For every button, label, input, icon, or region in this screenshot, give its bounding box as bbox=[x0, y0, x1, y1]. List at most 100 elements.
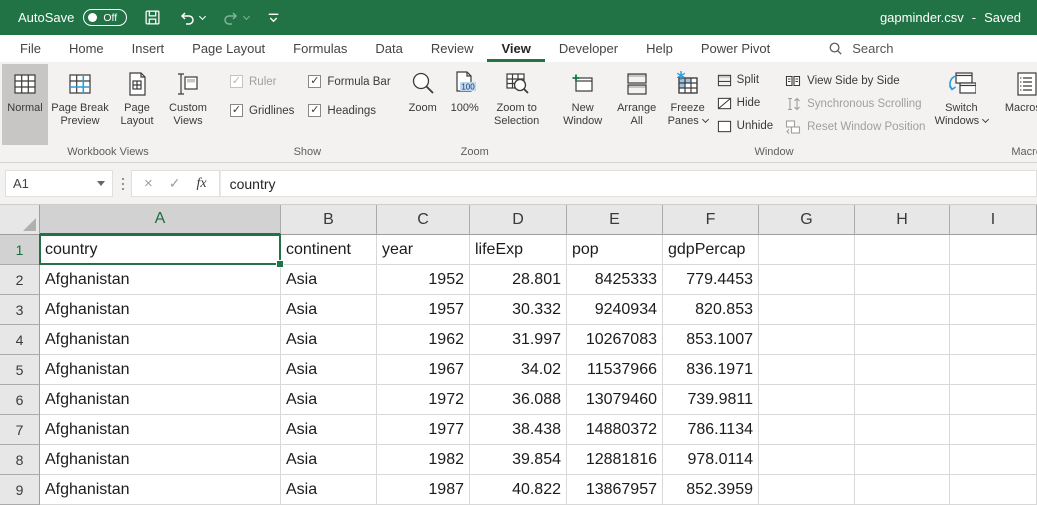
cell-h3[interactable] bbox=[855, 295, 950, 325]
reset-window-position-button[interactable]: Reset Window Position bbox=[785, 118, 925, 135]
cell-f7[interactable]: 786.1134 bbox=[663, 415, 759, 445]
cell-g3[interactable] bbox=[759, 295, 855, 325]
search-box[interactable]: Search bbox=[828, 35, 893, 62]
cell-h9[interactable] bbox=[855, 475, 950, 505]
cell-e6[interactable]: 13079460 bbox=[567, 385, 663, 415]
cell-e8[interactable]: 12881816 bbox=[567, 445, 663, 475]
cell-a9[interactable]: Afghanistan bbox=[40, 475, 281, 505]
column-header-b[interactable]: B bbox=[281, 205, 377, 235]
cell-h8[interactable] bbox=[855, 445, 950, 475]
cell-a4[interactable]: Afghanistan bbox=[40, 325, 281, 355]
cell-c9[interactable]: 1987 bbox=[377, 475, 470, 505]
cell-i4[interactable] bbox=[950, 325, 1037, 355]
normal-button[interactable]: Normal bbox=[2, 64, 48, 145]
cell-b7[interactable]: Asia bbox=[281, 415, 377, 445]
cell-e1[interactable]: pop bbox=[567, 235, 663, 265]
cell-i2[interactable] bbox=[950, 265, 1037, 295]
cell-g1[interactable] bbox=[759, 235, 855, 265]
redo-button[interactable] bbox=[222, 9, 249, 27]
row-header-1[interactable]: 1 bbox=[0, 235, 40, 265]
100-button[interactable]: 100100% bbox=[445, 64, 485, 145]
cell-h7[interactable] bbox=[855, 415, 950, 445]
page-break-preview-button[interactable]: Page Break Preview bbox=[48, 64, 112, 145]
cell-i8[interactable] bbox=[950, 445, 1037, 475]
cell-c6[interactable]: 1972 bbox=[377, 385, 470, 415]
select-all-corner[interactable] bbox=[0, 205, 40, 235]
cell-g7[interactable] bbox=[759, 415, 855, 445]
cell-b8[interactable]: Asia bbox=[281, 445, 377, 475]
row-header-5[interactable]: 5 bbox=[0, 355, 40, 385]
cell-c3[interactable]: 1957 bbox=[377, 295, 470, 325]
cell-d9[interactable]: 40.822 bbox=[470, 475, 567, 505]
cell-i3[interactable] bbox=[950, 295, 1037, 325]
cell-b2[interactable]: Asia bbox=[281, 265, 377, 295]
arrange-all-button[interactable]: Arrange All bbox=[611, 64, 663, 145]
row-header-3[interactable]: 3 bbox=[0, 295, 40, 325]
unhide-button[interactable]: Unhide bbox=[717, 117, 773, 135]
cell-c1[interactable]: year bbox=[377, 235, 470, 265]
headings-checkbox[interactable]: ✓Headings bbox=[308, 104, 390, 117]
tab-view[interactable]: View bbox=[487, 35, 544, 62]
cell-i5[interactable] bbox=[950, 355, 1037, 385]
cell-b6[interactable]: Asia bbox=[281, 385, 377, 415]
cell-i7[interactable] bbox=[950, 415, 1037, 445]
cell-f4[interactable]: 853.1007 bbox=[663, 325, 759, 355]
split-button[interactable]: Split bbox=[717, 71, 773, 89]
cell-d6[interactable]: 36.088 bbox=[470, 385, 567, 415]
insert-function-button[interactable]: fx bbox=[197, 176, 207, 192]
column-header-h[interactable]: H bbox=[855, 205, 950, 235]
tab-formulas[interactable]: Formulas bbox=[279, 35, 361, 62]
cell-d5[interactable]: 34.02 bbox=[470, 355, 567, 385]
tab-file[interactable]: File bbox=[6, 35, 55, 62]
cancel-button[interactable]: × bbox=[144, 175, 153, 192]
cell-h2[interactable] bbox=[855, 265, 950, 295]
cell-i9[interactable] bbox=[950, 475, 1037, 505]
hide-button[interactable]: Hide bbox=[717, 94, 773, 112]
cell-f9[interactable]: 852.3959 bbox=[663, 475, 759, 505]
column-header-f[interactable]: F bbox=[663, 205, 759, 235]
cell-f1[interactable]: gdpPercap bbox=[663, 235, 759, 265]
undo-button[interactable] bbox=[178, 9, 205, 27]
tab-insert[interactable]: Insert bbox=[118, 35, 179, 62]
cell-g4[interactable] bbox=[759, 325, 855, 355]
column-header-c[interactable]: C bbox=[377, 205, 470, 235]
synchronous-scrolling-button[interactable]: Synchronous Scrolling bbox=[785, 95, 925, 112]
row-header-9[interactable]: 9 bbox=[0, 475, 40, 505]
column-header-i[interactable]: I bbox=[950, 205, 1037, 235]
ruler-checkbox[interactable]: ✓Ruler bbox=[230, 75, 294, 88]
column-header-d[interactable]: D bbox=[470, 205, 567, 235]
tab-help[interactable]: Help bbox=[632, 35, 687, 62]
cell-f8[interactable]: 978.0114 bbox=[663, 445, 759, 475]
gridlines-checkbox[interactable]: ✓Gridlines bbox=[230, 104, 294, 117]
cell-e4[interactable]: 10267083 bbox=[567, 325, 663, 355]
tab-page-layout[interactable]: Page Layout bbox=[178, 35, 279, 62]
page-layout-button[interactable]: Page Layout bbox=[112, 64, 162, 145]
enter-button[interactable]: ✓ bbox=[169, 175, 181, 192]
cell-g5[interactable] bbox=[759, 355, 855, 385]
cell-d1[interactable]: lifeExp bbox=[470, 235, 567, 265]
tab-power-pivot[interactable]: Power Pivot bbox=[687, 35, 784, 62]
cell-f5[interactable]: 836.1971 bbox=[663, 355, 759, 385]
freeze-panes-button[interactable]: Freeze Panes bbox=[663, 64, 713, 145]
cell-d8[interactable]: 39.854 bbox=[470, 445, 567, 475]
macros-button[interactable]: Macros bbox=[999, 64, 1037, 145]
tab-developer[interactable]: Developer bbox=[545, 35, 632, 62]
autosave-toggle[interactable]: Off bbox=[83, 9, 127, 26]
customize-quick-access-button[interactable] bbox=[266, 10, 281, 25]
zoom-button[interactable]: Zoom bbox=[401, 64, 445, 145]
cell-c5[interactable]: 1967 bbox=[377, 355, 470, 385]
cell-b1[interactable]: continent bbox=[281, 235, 377, 265]
formula-bar-checkbox[interactable]: ✓Formula Bar bbox=[308, 75, 390, 88]
cell-b3[interactable]: Asia bbox=[281, 295, 377, 325]
cell-b5[interactable]: Asia bbox=[281, 355, 377, 385]
cell-e3[interactable]: 9240934 bbox=[567, 295, 663, 325]
cell-e5[interactable]: 11537966 bbox=[567, 355, 663, 385]
cell-h1[interactable] bbox=[855, 235, 950, 265]
cell-c7[interactable]: 1977 bbox=[377, 415, 470, 445]
cell-e7[interactable]: 14880372 bbox=[567, 415, 663, 445]
new-window-button[interactable]: New Window bbox=[555, 64, 611, 145]
cell-d3[interactable]: 30.332 bbox=[470, 295, 567, 325]
row-header-6[interactable]: 6 bbox=[0, 385, 40, 415]
cell-h5[interactable] bbox=[855, 355, 950, 385]
cell-g2[interactable] bbox=[759, 265, 855, 295]
